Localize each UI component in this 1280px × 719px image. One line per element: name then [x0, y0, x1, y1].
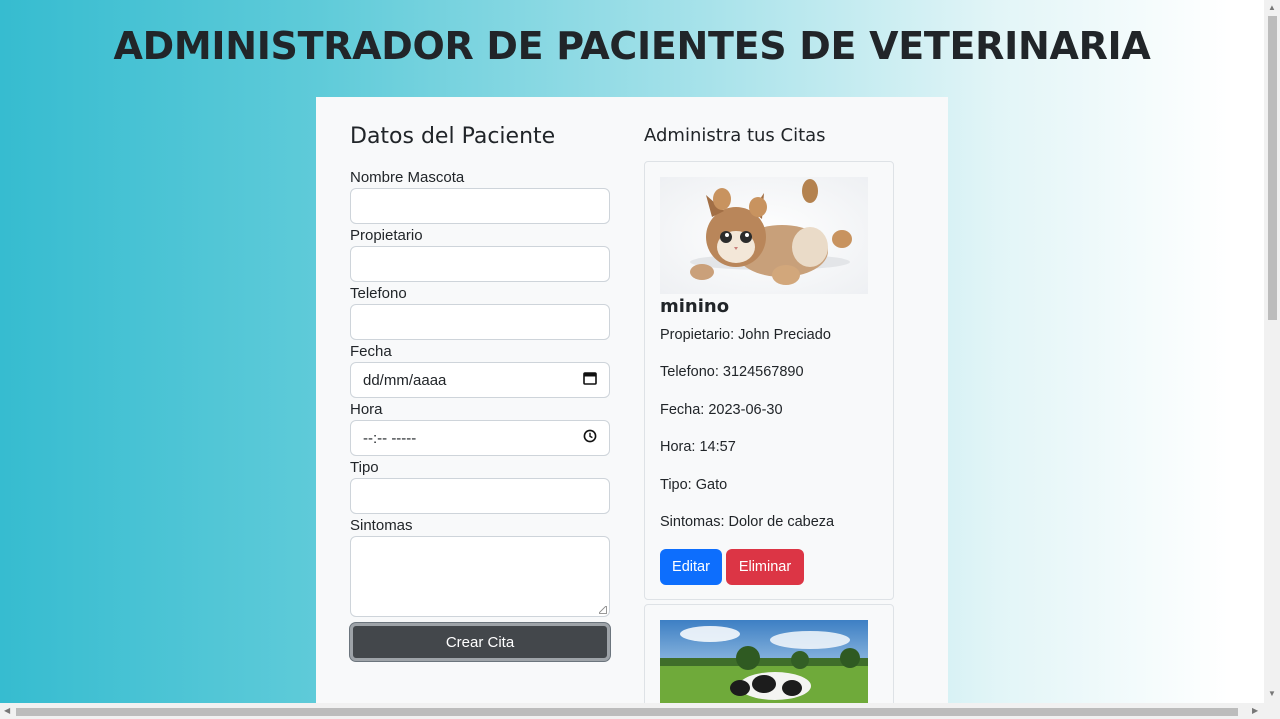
edit-button[interactable]: Editar: [660, 549, 722, 585]
date-input[interactable]: dd/mm/aaaa: [350, 362, 610, 398]
date-input-value: dd/mm/aaaa: [363, 371, 447, 389]
owner-input[interactable]: [350, 246, 610, 282]
pet-name-input[interactable]: [350, 188, 610, 224]
symptoms-label: Sintomas: [350, 517, 413, 534]
form-heading: Datos del Paciente: [350, 124, 556, 149]
type-label: Tipo: [350, 459, 379, 476]
calendar-icon[interactable]: [583, 371, 597, 389]
kitten-photo: [660, 177, 868, 294]
scroll-up-icon[interactable]: ▲: [1268, 4, 1276, 12]
time-label: Hora: [350, 401, 383, 418]
symptoms-text: Sintomas: Dolor de cabeza: [660, 514, 835, 530]
vertical-scrollbar[interactable]: ▲ ▼: [1264, 0, 1280, 703]
time-input[interactable]: --:-- -----: [350, 420, 610, 456]
horizontal-scrollbar[interactable]: ◀ ▶: [0, 703, 1280, 719]
scroll-down-icon[interactable]: ▼: [1268, 690, 1276, 698]
time-input-value: --:-- -----: [363, 429, 417, 447]
scroll-right-icon[interactable]: ▶: [1252, 707, 1258, 715]
appointments-heading: Administra tus Citas: [644, 125, 826, 146]
create-appointment-button[interactable]: Crear Cita: [350, 623, 610, 661]
pet-name-label: Nombre Mascota: [350, 169, 465, 186]
clock-icon[interactable]: [583, 429, 597, 447]
phone-text: Telefono: 3124567890: [660, 364, 804, 380]
main-panel: Datos del Paciente Nombre Mascota Propie…: [316, 97, 948, 704]
horizontal-scrollbar-thumb[interactable]: [16, 708, 1238, 716]
date-text: Fecha: 2023-06-30: [660, 402, 783, 418]
type-text: Tipo: Gato: [660, 477, 728, 493]
owner-text: Propietario: John Preciado: [660, 327, 831, 343]
phone-label: Telefono: [350, 285, 407, 302]
pet-name: minino: [660, 296, 730, 317]
owner-label: Propietario: [350, 227, 423, 244]
time-text: Hora: 14:57: [660, 439, 736, 455]
page-title: ADMINISTRADOR DE PACIENTES DE VETERINARI…: [113, 24, 1151, 68]
delete-button[interactable]: Eliminar: [726, 549, 804, 585]
scroll-left-icon[interactable]: ◀: [4, 707, 10, 715]
resize-grip-icon[interactable]: [599, 606, 607, 614]
symptoms-textarea[interactable]: [350, 536, 610, 617]
vertical-scrollbar-thumb[interactable]: [1268, 16, 1277, 320]
type-input[interactable]: [350, 478, 610, 514]
date-label: Fecha: [350, 343, 392, 360]
appointment-card: [644, 604, 894, 704]
appointment-card: minino Propietario: John Preciado Telefo…: [644, 161, 894, 600]
cow-photo: [660, 620, 868, 704]
phone-input[interactable]: [350, 304, 610, 340]
